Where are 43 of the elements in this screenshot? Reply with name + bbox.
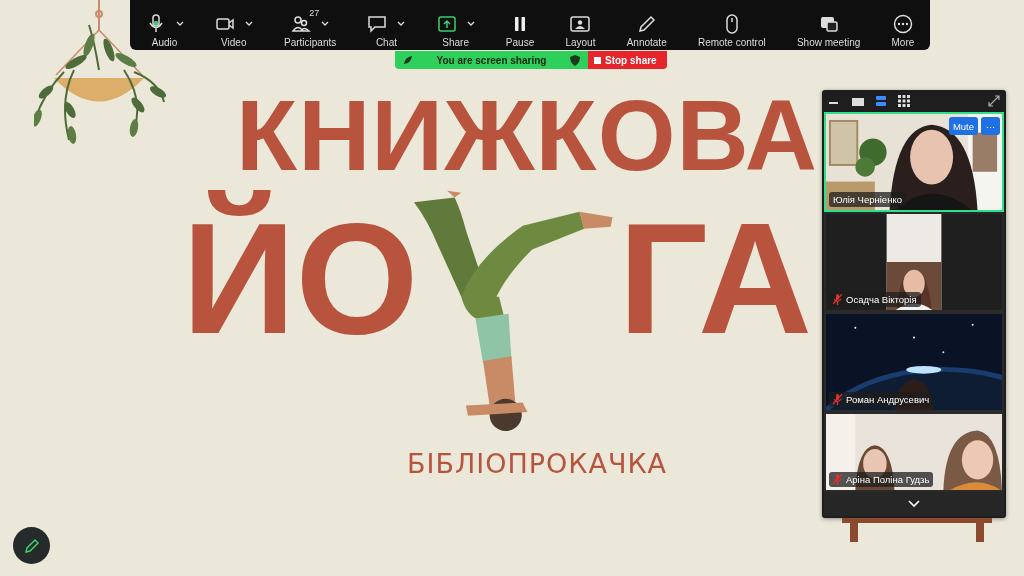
toolbar-button[interactable]: Audio xyxy=(143,14,186,48)
slide-title: ЙО xyxy=(181,189,419,368)
caret-icon[interactable] xyxy=(466,21,475,27)
pencil-icon xyxy=(23,537,40,554)
expand-icon[interactable] xyxy=(988,95,1000,107)
share-screen-icon xyxy=(436,14,457,34)
sharing-status-text: You are screen sharing xyxy=(436,54,547,66)
leaf-icon xyxy=(403,55,413,65)
toolbar-button[interactable]: Annotate xyxy=(624,14,669,48)
caret-icon[interactable] xyxy=(397,21,406,27)
window-icon xyxy=(818,14,839,34)
slide-title: КНИЖКОВА xyxy=(236,80,818,190)
people-icon xyxy=(291,14,312,34)
more-options-button[interactable]: ··· xyxy=(981,117,1000,135)
toolbar-button[interactable]: Video xyxy=(212,14,255,48)
participant-name: Роман Андрусевич xyxy=(829,392,934,407)
caret-icon[interactable] xyxy=(175,21,184,27)
grid-view-icon[interactable] xyxy=(897,94,911,108)
chevron-down-icon[interactable] xyxy=(908,500,920,508)
mute-button[interactable]: Mute xyxy=(948,117,978,135)
caret-icon[interactable] xyxy=(244,21,253,27)
toolbar-button[interactable]: Remote control xyxy=(695,14,768,48)
toolbar-button[interactable]: Share xyxy=(434,14,477,48)
stop-icon xyxy=(594,56,601,64)
slide-title: ГА xyxy=(618,189,813,368)
stop-share-button[interactable]: Stop share xyxy=(588,51,667,69)
participant-count: 27 xyxy=(309,8,320,18)
toolbar-button[interactable]: Layout xyxy=(563,14,598,48)
toolbar-button[interactable]: Chat xyxy=(365,14,408,48)
toolbar-button[interactable]: Pause xyxy=(503,14,537,48)
toolbar-button[interactable]: Show meeting xyxy=(794,14,863,48)
speech-bubble-icon xyxy=(367,14,388,34)
shield-icon xyxy=(570,54,580,66)
participant-name: Аріна Поліна Гудзь xyxy=(829,472,934,487)
participant-name: Юлія Черніенко xyxy=(829,192,906,207)
toolbar-button[interactable]: More xyxy=(889,14,917,48)
pencil-icon xyxy=(636,14,657,34)
slide-subtitle: БІБЛІОПРОКАЧКА xyxy=(406,448,668,479)
layout-icon xyxy=(570,14,591,34)
strip-view-icon[interactable] xyxy=(874,94,888,108)
more-icon xyxy=(892,14,913,34)
caret-icon[interactable] xyxy=(321,21,330,27)
annotate-button[interactable] xyxy=(13,527,50,564)
